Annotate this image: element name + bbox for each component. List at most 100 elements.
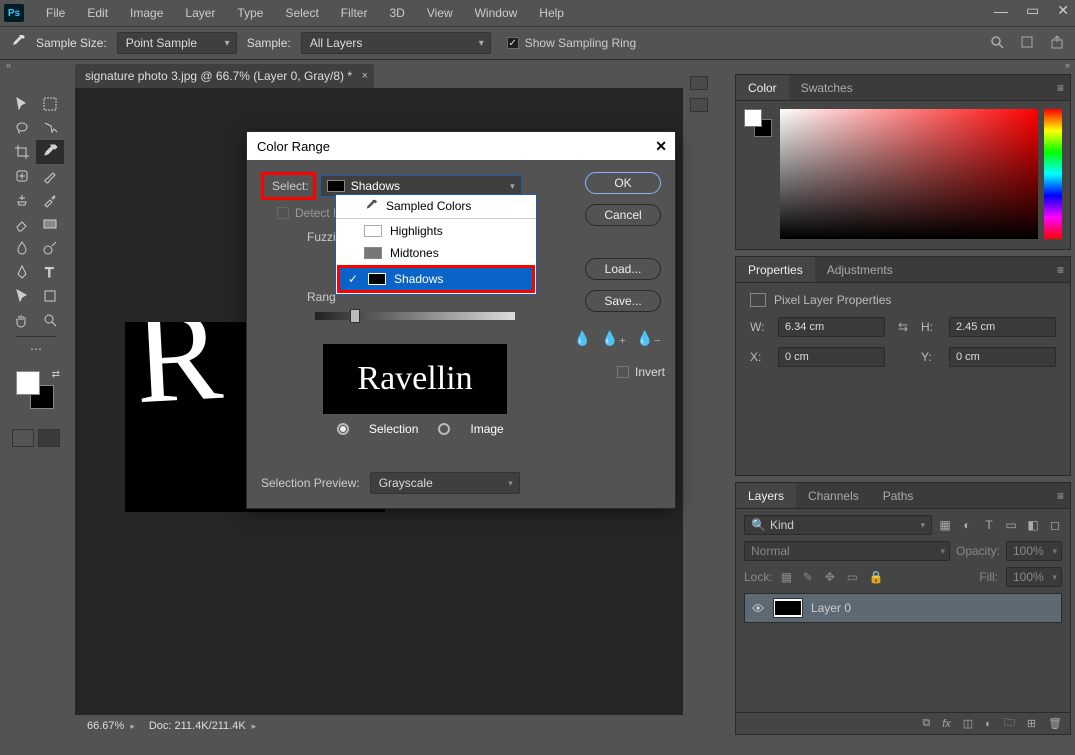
lock-paint-icon[interactable]: ✎ (803, 570, 817, 584)
history-panel-icon[interactable] (690, 76, 708, 90)
delete-layer-icon[interactable]: 🗑 (1048, 717, 1062, 730)
brush-tool-icon[interactable] (36, 164, 64, 188)
add-mask-icon[interactable]: ◫ (963, 717, 973, 730)
lasso-tool-icon[interactable] (8, 116, 36, 140)
dialog-titlebar[interactable]: Color Range ✕ (247, 132, 675, 160)
new-group-icon[interactable]: 🗀 (1004, 714, 1015, 733)
eyedropper-icon[interactable]: 💧 (574, 330, 591, 347)
marquee-tool-icon[interactable] (36, 92, 64, 116)
document-tab[interactable]: signature photo 3.jpg @ 66.7% (Layer 0, … (75, 64, 374, 88)
doc-info[interactable]: Doc: 211.4K/211.4K▸ (149, 720, 256, 732)
standard-mode-icon[interactable] (12, 429, 34, 447)
menu-help[interactable]: Help (529, 2, 574, 24)
panel-tab-channels[interactable]: Channels (796, 483, 871, 508)
edit-toolbar-icon[interactable]: ⋯ (22, 337, 50, 361)
dodge-tool-icon[interactable] (36, 236, 64, 260)
quick-select-tool-icon[interactable] (36, 116, 64, 140)
show-sampling-ring-checkbox[interactable]: ✓ (507, 37, 519, 49)
history-brush-tool-icon[interactable] (36, 188, 64, 212)
layer-row[interactable]: Layer 0 (744, 593, 1062, 623)
libraries-panel-icon[interactable] (690, 98, 708, 112)
image-radio[interactable] (438, 423, 450, 435)
panel-menu-icon[interactable]: ≡ (1057, 263, 1064, 277)
clone-stamp-tool-icon[interactable] (8, 188, 36, 212)
zoom-display[interactable]: 66.67%▸ (87, 720, 135, 732)
color-picker-field[interactable] (780, 109, 1038, 239)
panel-tab-color[interactable]: Color (736, 75, 789, 100)
eyedropper-tool-icon[interactable] (36, 140, 64, 164)
eraser-tool-icon[interactable] (8, 212, 36, 236)
dropdown-item-highlights[interactable]: Highlights (336, 220, 536, 242)
menu-view[interactable]: View (417, 2, 463, 24)
menu-image[interactable]: Image (120, 2, 173, 24)
shape-tool-icon[interactable] (36, 284, 64, 308)
sample-size-select[interactable]: Point Sample (117, 32, 237, 54)
healing-brush-tool-icon[interactable] (8, 164, 36, 188)
window-maximize-icon[interactable]: ▭ (1026, 2, 1039, 19)
zoom-tool-icon[interactable] (36, 308, 64, 332)
search-icon[interactable] (989, 34, 1005, 53)
panel-tab-properties[interactable]: Properties (736, 257, 815, 282)
filter-shape-icon[interactable]: ▭ (1004, 518, 1018, 532)
menu-layer[interactable]: Layer (175, 2, 225, 24)
menu-edit[interactable]: Edit (77, 2, 118, 24)
fill-input[interactable]: 100% (1006, 567, 1062, 587)
swap-colors-icon[interactable]: ⇄ (52, 369, 60, 380)
save-button[interactable]: Save... (585, 290, 661, 312)
menu-filter[interactable]: Filter (331, 2, 378, 24)
share-icon[interactable] (1049, 34, 1065, 53)
collapse-right-icon[interactable]: » (1065, 60, 1069, 72)
panel-tab-swatches[interactable]: Swatches (789, 75, 865, 100)
hue-slider[interactable] (1044, 109, 1062, 239)
menu-window[interactable]: Window (465, 2, 528, 24)
height-input[interactable]: 2.45 cm (949, 317, 1056, 337)
x-input[interactable]: 0 cm (778, 347, 885, 367)
selection-preview[interactable]: Ravellin (323, 344, 507, 414)
layer-thumbnail[interactable] (773, 598, 803, 618)
invert-checkbox[interactable] (617, 366, 629, 378)
menu-select[interactable]: Select (275, 2, 328, 24)
menu-type[interactable]: Type (227, 2, 273, 24)
new-layer-icon[interactable]: ⊞ (1027, 717, 1036, 730)
close-tab-icon[interactable]: × (362, 70, 368, 82)
panel-menu-icon[interactable]: ≡ (1057, 489, 1064, 503)
filter-adjust-icon[interactable]: ◐ (960, 518, 974, 532)
blend-mode-select[interactable]: Normal (744, 541, 950, 561)
y-input[interactable]: 0 cm (949, 347, 1056, 367)
type-tool-icon[interactable]: T (36, 260, 64, 284)
dialog-close-icon[interactable]: ✕ (655, 138, 667, 155)
panel-fgbg-colors[interactable] (744, 109, 774, 139)
panel-menu-icon[interactable]: ≡ (1057, 81, 1064, 95)
panel-tab-paths[interactable]: Paths (871, 483, 926, 508)
crop-tool-icon[interactable] (8, 140, 36, 164)
filter-toggle-icon[interactable]: ◻ (1048, 518, 1062, 532)
cancel-button[interactable]: Cancel (585, 204, 661, 226)
range-slider[interactable] (315, 312, 515, 320)
lock-all-icon[interactable]: 🔒 (869, 570, 883, 584)
new-adjustment-icon[interactable]: ◐ (985, 718, 992, 730)
quickmask-mode-icon[interactable] (38, 429, 60, 447)
lock-position-icon[interactable]: ✥ (825, 570, 839, 584)
window-minimize-icon[interactable]: — (994, 3, 1008, 19)
lock-transparent-icon[interactable]: ▦ (781, 570, 795, 584)
gradient-tool-icon[interactable] (36, 212, 64, 236)
sample-select[interactable]: All Layers (301, 32, 491, 54)
ok-button[interactable]: OK (585, 172, 661, 194)
selection-preview-select[interactable]: Grayscale (370, 472, 520, 494)
collapse-left-icon[interactable]: « (6, 60, 10, 72)
link-layers-icon[interactable]: ⧉ (922, 717, 930, 730)
opacity-input[interactable]: 100% (1006, 541, 1062, 561)
quickshare-icon[interactable] (1019, 34, 1035, 53)
hand-tool-icon[interactable] (8, 308, 36, 332)
link-wh-icon[interactable]: ⇆ (893, 320, 913, 334)
dropdown-item-sampled[interactable]: Sampled Colors (336, 195, 536, 217)
path-select-tool-icon[interactable] (8, 284, 36, 308)
foreground-background-colors[interactable]: ⇄ (16, 371, 56, 411)
filter-smartobj-icon[interactable]: ◧ (1026, 518, 1040, 532)
window-close-icon[interactable]: ✕ (1057, 2, 1069, 19)
dropdown-item-shadows[interactable]: ✓Shadows (340, 268, 532, 290)
lock-artboard-icon[interactable]: ▭ (847, 570, 861, 584)
eyedropper-plus-icon[interactable]: 💧₊ (601, 330, 626, 347)
layer-filter-kind[interactable]: 🔍Kind (744, 515, 932, 535)
width-input[interactable]: 6.34 cm (778, 317, 885, 337)
